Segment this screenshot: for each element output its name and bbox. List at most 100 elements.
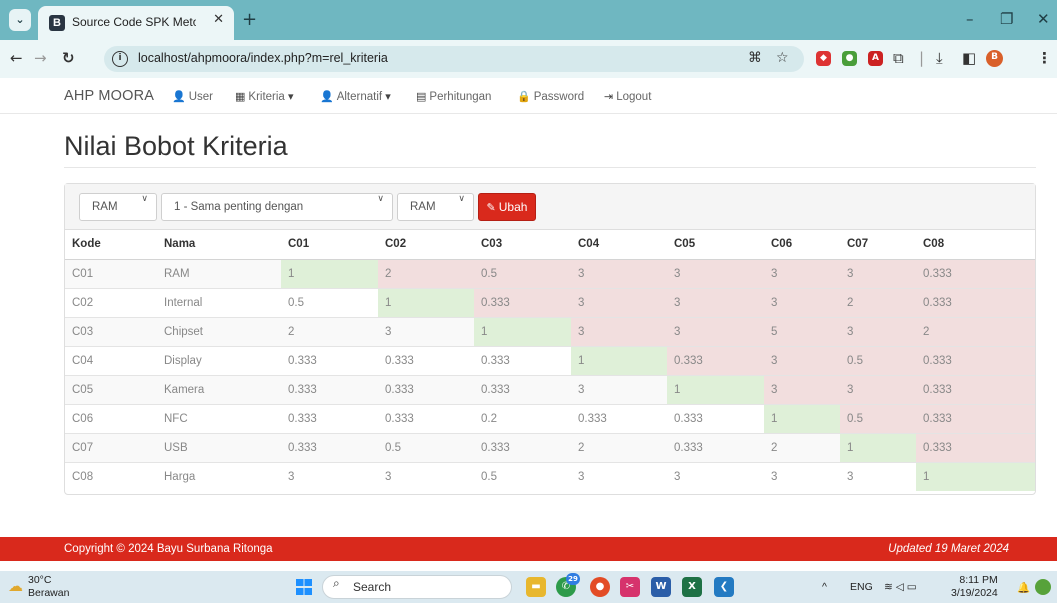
weight-cell: 3 xyxy=(764,345,840,375)
restore-icon[interactable]: ❐ xyxy=(1000,10,1013,28)
weight-cell: 3 xyxy=(764,461,840,491)
weight-cell: 5 xyxy=(764,316,840,346)
back-icon[interactable]: ← xyxy=(10,49,23,67)
nama-cell: NFC xyxy=(157,403,281,433)
bookmark-star-icon[interactable]: ☆ xyxy=(776,50,789,66)
nav-kriteria[interactable]: ▦ Kriteria ▾ xyxy=(235,90,297,103)
extensions-puzzle-icon[interactable]: ⧉ xyxy=(893,49,904,67)
logout-icon: ⇥ xyxy=(604,90,614,103)
weight-cell: 3 xyxy=(840,374,916,404)
weight-cell: 1 xyxy=(281,258,378,288)
windows-start-icon[interactable] xyxy=(296,579,312,595)
criteria-1-select[interactable]: RAM ∨ xyxy=(79,193,157,221)
nama-cell: Display xyxy=(157,345,281,375)
nama-cell: Kamera xyxy=(157,374,281,404)
nav-user[interactable]: 👤 User xyxy=(172,90,213,103)
word-icon[interactable]: W xyxy=(651,577,671,597)
weather-widget[interactable]: 30°C Berawan xyxy=(28,574,69,600)
edit-icon: ✎ xyxy=(486,201,496,214)
extension-shield-icon[interactable]: ◆ xyxy=(816,51,831,66)
tray-chevron-icon[interactable]: ^ xyxy=(822,581,827,593)
tab-search-button[interactable]: ⌄ xyxy=(9,9,31,31)
weight-cell: 0.333 xyxy=(916,258,1035,288)
weight-cell: 0.333 xyxy=(281,345,378,375)
vscode-icon[interactable]: ❮ xyxy=(714,577,734,597)
extension-globe-icon[interactable]: ● xyxy=(842,51,857,66)
search-icon: ⌕ xyxy=(333,576,340,590)
caret-down-icon: ▾ xyxy=(385,90,391,103)
column-header: C05 xyxy=(667,230,764,260)
clock-date: 3/19/2024 xyxy=(951,587,998,599)
browser-tab[interactable]: B Source Code SPK Metode AHP ✕ xyxy=(38,6,234,40)
weight-cell: 3 xyxy=(840,316,916,346)
weight-cell: 0.333 xyxy=(281,374,378,404)
extension-pdf-icon[interactable]: A xyxy=(868,51,883,66)
whatsapp-badge: 29 xyxy=(566,573,580,585)
kode-cell: C02 xyxy=(65,287,157,317)
browser-menu-icon[interactable]: ⋮ xyxy=(1037,49,1052,67)
nama-cell: RAM xyxy=(157,258,281,288)
criteria-1-value: RAM xyxy=(92,201,118,213)
profile-avatar[interactable]: B xyxy=(986,50,1003,67)
weight-cell: 2 xyxy=(281,316,378,346)
weight-cell: 3 xyxy=(667,461,764,491)
nav-alternatif-label: Alternatif xyxy=(336,91,383,103)
site-info-icon[interactable]: i xyxy=(112,51,128,67)
importance-select[interactable]: 1 - Sama penting dengan ∨ xyxy=(161,193,393,221)
app-navbar: AHP MOORA 👤 User ▦ Kriteria ▾ 👤 Alternatif … xyxy=(0,78,1057,114)
address-bar[interactable]: i localhost/ahpmoora/index.php?m=rel_kri… xyxy=(104,46,804,72)
weight-cell: 3 xyxy=(571,316,667,346)
weight-cell: 0.333 xyxy=(281,403,378,433)
updated-text: Updated 19 Maret 2024 xyxy=(888,543,1009,555)
weight-cell: 1 xyxy=(840,432,916,462)
new-tab-button[interactable]: + xyxy=(242,9,257,30)
forward-icon[interactable]: → xyxy=(34,49,47,67)
side-panel-icon[interactable]: ◧ xyxy=(962,49,976,67)
table-row: C02 Internal 0.5 1 0.333 3 3 3 2 0.333 xyxy=(65,287,1035,317)
ubah-button[interactable]: ✎ Ubah xyxy=(478,193,536,221)
copilot-icon[interactable] xyxy=(1035,579,1051,595)
ubah-label: Ubah xyxy=(498,200,528,214)
caret-down-icon: ▾ xyxy=(288,90,294,103)
grid-icon: ▦ xyxy=(235,90,246,103)
download-icon[interactable]: ⤓ xyxy=(936,49,943,67)
taskbar-clock[interactable]: 8:11 PM 3/19/2024 xyxy=(951,574,998,600)
file-explorer-icon[interactable]: ▬ xyxy=(526,577,546,597)
criteria-2-select[interactable]: RAM ∨ xyxy=(397,193,474,221)
nav-perhitungan[interactable]: ▤ Perhitungan xyxy=(416,90,491,103)
weight-cell: 2 xyxy=(764,432,840,462)
weight-cell: 0.333 xyxy=(571,403,667,433)
language-indicator[interactable]: ENG xyxy=(850,581,873,593)
weight-cell: 0.333 xyxy=(667,432,764,462)
brand-link[interactable]: AHP MOORA xyxy=(64,88,154,104)
weight-cell: 3 xyxy=(840,258,916,288)
snip-tool-icon[interactable]: ✂ xyxy=(620,577,640,597)
taskbar-search[interactable]: ⌕ Search xyxy=(322,575,512,599)
minimize-icon[interactable]: – xyxy=(966,10,974,28)
reload-icon[interactable]: ↻ xyxy=(62,49,75,67)
notification-bell-icon[interactable]: 🔔 xyxy=(1017,581,1030,594)
weight-cell: 0.333 xyxy=(378,403,474,433)
column-header: Kode xyxy=(65,230,157,260)
url-text[interactable]: localhost/ahpmoora/index.php?m=rel_krite… xyxy=(138,51,388,65)
nav-logout[interactable]: ⇥ Logout xyxy=(604,90,651,103)
nama-cell: Internal xyxy=(157,287,281,317)
close-window-icon[interactable]: ✕ xyxy=(1037,10,1050,28)
chrome-icon[interactable]: ● xyxy=(590,577,610,597)
weight-cell: 3 xyxy=(667,258,764,288)
weight-cell: 0.333 xyxy=(916,432,1035,462)
chevron-down-icon: ∨ xyxy=(458,194,465,204)
weight-cell: 3 xyxy=(764,287,840,317)
weather-cloud-icon[interactable]: ☁ xyxy=(8,577,23,595)
nav-kriteria-label: Kriteria xyxy=(248,91,285,103)
weight-cell: 0.5 xyxy=(474,461,571,491)
nav-alternatif[interactable]: 👤 Alternatif ▾ xyxy=(320,90,394,103)
toolbar-divider: | xyxy=(919,49,925,67)
wifi-volume-battery-icons[interactable]: ≋ ◁ ▭ xyxy=(884,581,917,593)
weight-cell: 1 xyxy=(764,403,840,433)
weight-cell: 0.333 xyxy=(916,403,1035,433)
close-tab-icon[interactable]: ✕ xyxy=(213,12,224,27)
excel-icon[interactable]: X xyxy=(682,577,702,597)
translate-icon[interactable]: ⌘ xyxy=(748,50,762,66)
nav-password[interactable]: 🔒 Password xyxy=(517,90,584,103)
